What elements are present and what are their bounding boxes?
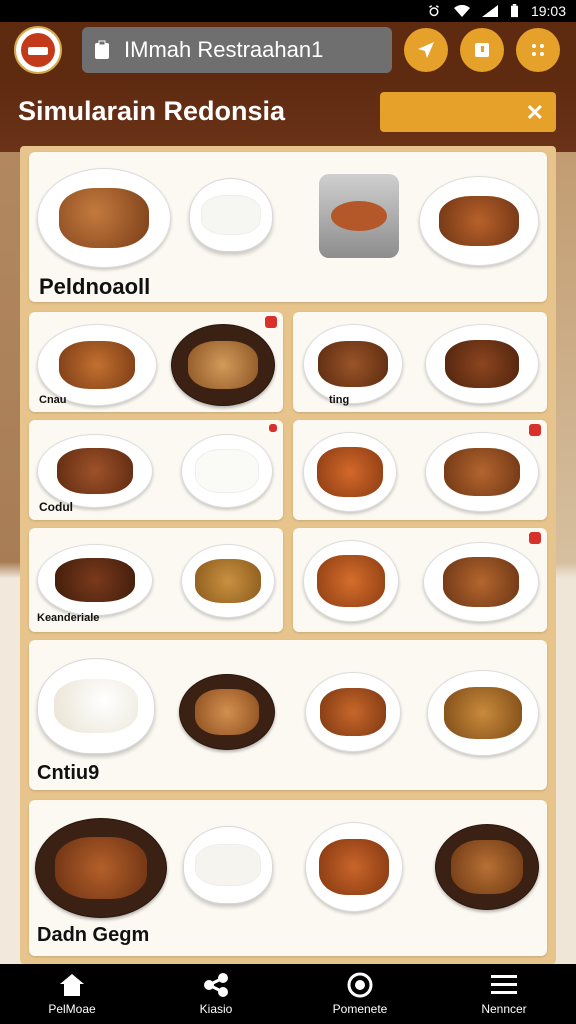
bookmark-button[interactable] bbox=[460, 28, 504, 72]
share-icon bbox=[204, 973, 228, 997]
dish-image[interactable] bbox=[181, 434, 273, 508]
menu-card[interactable]: Cntiu9 bbox=[29, 640, 547, 790]
card-label: Keanderiale bbox=[37, 612, 100, 624]
nav-record[interactable]: Pomenete bbox=[305, 972, 415, 1016]
dish-image[interactable] bbox=[419, 176, 539, 266]
menu-dots-button[interactable] bbox=[516, 28, 560, 72]
menu-card[interactable] bbox=[293, 420, 547, 520]
menu-card[interactable]: Cnau bbox=[29, 312, 283, 412]
nav-menu-label: Nenncer bbox=[481, 1002, 527, 1016]
nav-share[interactable]: Kiasio bbox=[161, 972, 271, 1016]
dish-image[interactable] bbox=[37, 658, 155, 754]
restaurant-logo bbox=[14, 26, 62, 74]
dish-image[interactable] bbox=[37, 168, 171, 268]
navigate-button[interactable] bbox=[404, 28, 448, 72]
dish-image[interactable] bbox=[423, 542, 539, 622]
dish-image[interactable] bbox=[319, 174, 399, 258]
dish-image[interactable] bbox=[35, 818, 167, 918]
dish-image[interactable] bbox=[171, 324, 275, 406]
dish-image[interactable] bbox=[425, 432, 539, 512]
wifi-icon bbox=[453, 5, 470, 17]
alarm-icon bbox=[429, 5, 439, 17]
menu-card[interactable] bbox=[293, 528, 547, 632]
hamburger-icon bbox=[491, 975, 517, 994]
favorite-badge[interactable] bbox=[269, 424, 277, 432]
favorite-badge[interactable] bbox=[265, 316, 277, 328]
dots-icon bbox=[532, 44, 544, 56]
card-label: Peldnoaoll bbox=[39, 274, 151, 299]
battery-icon bbox=[510, 4, 518, 18]
title-input-field[interactable]: ✕ bbox=[380, 92, 556, 132]
signal-icon bbox=[481, 5, 498, 17]
menu-card[interactable]: Peldnoaoll bbox=[29, 152, 547, 302]
nav-share-label: Kiasio bbox=[199, 1002, 233, 1016]
clipboard-icon bbox=[95, 40, 109, 59]
clock: 19:03 bbox=[530, 3, 566, 19]
menu-card[interactable]: Dadn Gegm bbox=[29, 800, 547, 956]
page-title: Simularain Redonsia bbox=[18, 96, 286, 126]
menu-card[interactable]: ting bbox=[293, 312, 547, 412]
app-header: IMmah Restraahan1 bbox=[0, 22, 576, 78]
send-icon bbox=[418, 42, 434, 58]
search-text: IMmah Restraahan1 bbox=[124, 37, 324, 62]
card-label: Codul bbox=[39, 500, 73, 514]
menu-card[interactable]: Codul bbox=[29, 420, 283, 520]
home-icon bbox=[60, 974, 84, 996]
nav-home[interactable]: PelMoae bbox=[17, 972, 127, 1016]
dish-image[interactable] bbox=[425, 324, 539, 404]
dish-image[interactable] bbox=[303, 540, 399, 622]
bottom-navigation: PelMoae Kiasio Pomenete Nenncer bbox=[0, 964, 576, 1024]
dish-image[interactable] bbox=[305, 672, 401, 752]
card-label: Dadn Gegm bbox=[37, 924, 150, 946]
dish-image[interactable] bbox=[179, 674, 275, 750]
dish-image[interactable] bbox=[37, 544, 153, 616]
dish-image[interactable] bbox=[305, 822, 403, 912]
card-label: Cntiu9 bbox=[37, 762, 100, 784]
search-field[interactable]: IMmah Restraahan1 bbox=[82, 27, 392, 73]
menu-panel: Peldnoaoll Cnau ting Codul Keanderiale C… bbox=[20, 146, 556, 964]
dish-image[interactable] bbox=[427, 670, 539, 756]
status-bar: 19:03 bbox=[0, 0, 576, 22]
card-label: ting bbox=[329, 394, 350, 406]
dish-image[interactable] bbox=[303, 432, 397, 512]
favorite-badge[interactable] bbox=[529, 532, 541, 544]
dish-image[interactable] bbox=[435, 824, 539, 910]
close-icon[interactable]: ✕ bbox=[526, 100, 544, 126]
favorite-badge[interactable] bbox=[529, 424, 541, 436]
dish-image[interactable] bbox=[189, 178, 273, 252]
dish-image[interactable] bbox=[181, 544, 275, 618]
restaurant-background-left bbox=[0, 152, 22, 972]
nav-home-label: PelMoae bbox=[48, 1002, 96, 1016]
nav-menu[interactable]: Nenncer bbox=[449, 972, 559, 1016]
dish-image[interactable] bbox=[37, 434, 153, 508]
dish-image[interactable] bbox=[183, 826, 273, 904]
menu-card[interactable]: Keanderiale bbox=[29, 528, 283, 632]
dish-image[interactable] bbox=[303, 324, 403, 404]
nav-record-label: Pomenete bbox=[332, 1002, 388, 1016]
card-label: Cnau bbox=[39, 394, 67, 406]
record-icon bbox=[347, 972, 373, 998]
bookmark-icon bbox=[475, 43, 489, 57]
